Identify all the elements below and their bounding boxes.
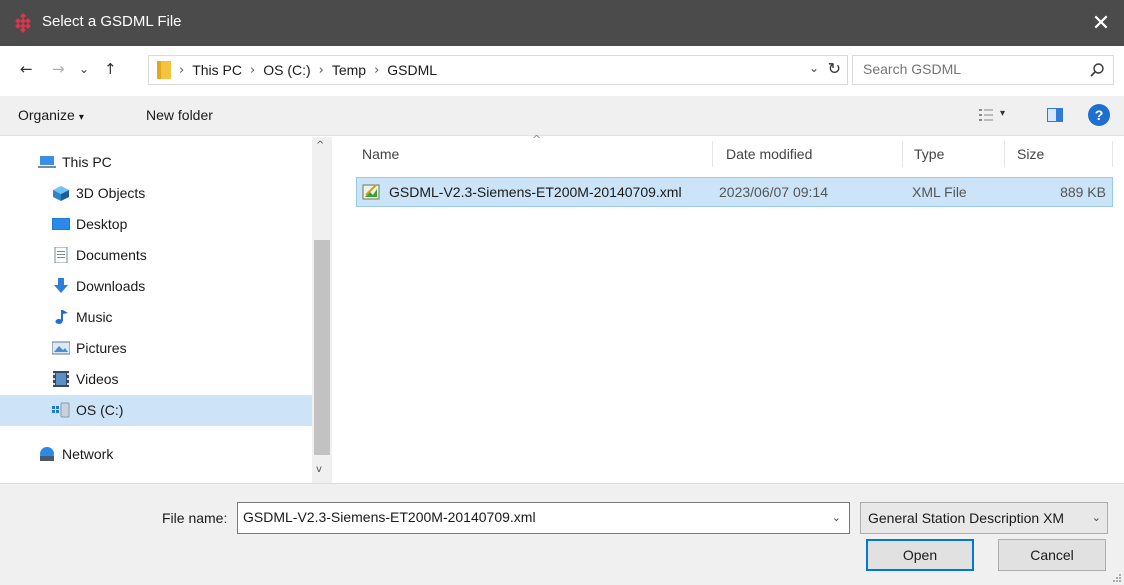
app-logo-icon [15, 13, 31, 33]
file-type-selected-value: General Station Description XM [868, 510, 1065, 526]
file-name-combobox[interactable]: ⌄ [237, 502, 850, 534]
sidebar-item-network[interactable]: Network [0, 439, 312, 470]
breadcrumb: › This PC › OS (C:) › Temp › GSDML [179, 62, 437, 78]
breadcrumb-separator: › [179, 62, 185, 78]
file-name-label: File name: [162, 510, 228, 526]
file-type: XML File [912, 184, 967, 200]
file-name-input[interactable] [243, 509, 823, 525]
scroll-down-arrow-icon[interactable]: v [316, 464, 322, 475]
address-bar[interactable]: › This PC › OS (C:) › Temp › GSDML ⌄ ↻ [148, 55, 848, 85]
network-icon [40, 447, 54, 461]
navigation-scrollbar[interactable]: ^ v [312, 137, 332, 483]
sidebar-item-label: Documents [76, 247, 147, 263]
column-header-size[interactable]: Size [1017, 137, 1044, 169]
scrollbar-thumb[interactable] [314, 240, 330, 455]
breadcrumb-separator: › [250, 62, 256, 78]
close-button[interactable]: ✕ [1078, 0, 1124, 46]
sidebar-item-videos[interactable]: Videos [0, 364, 312, 395]
sidebar-item-downloads[interactable]: Downloads [0, 271, 312, 302]
address-history-dropdown[interactable]: ⌄ [809, 61, 819, 75]
breadcrumb-temp[interactable]: Temp [332, 62, 366, 78]
file-type-select[interactable]: General Station Description XM ⌄ [860, 502, 1108, 534]
cancel-button[interactable]: Cancel [998, 539, 1106, 571]
chevron-down-icon[interactable]: ⌄ [832, 511, 841, 524]
file-row[interactable]: GSDML-V2.3-Siemens-ET200M-20140709.xml 2… [356, 177, 1113, 207]
sidebar-item-pictures[interactable]: Pictures [0, 333, 312, 364]
search-icon [1090, 63, 1104, 77]
sidebar-item-label: Music [76, 309, 113, 325]
title-bar: Select a GSDML File ✕ [0, 0, 1124, 46]
sidebar-item-3d-objects[interactable]: 3D Objects [0, 178, 312, 209]
sidebar-item-music[interactable]: Music [0, 302, 312, 333]
videos-icon [53, 371, 69, 387]
sidebar-item-label: Downloads [76, 278, 146, 294]
sort-ascending-icon: ^ [532, 133, 542, 146]
view-options-icon[interactable] [978, 107, 994, 123]
documents-icon [54, 247, 68, 263]
music-icon [55, 310, 68, 324]
sidebar-item-os-c[interactable]: OS (C:) [0, 395, 312, 426]
file-name: GSDML-V2.3-Siemens-ET200M-20140709.xml [389, 184, 682, 200]
organize-label: Organize [18, 107, 75, 123]
column-divider[interactable] [902, 141, 903, 167]
pictures-icon [52, 341, 70, 355]
search-input[interactable] [863, 61, 1073, 77]
sidebar-item-label: This PC [62, 154, 112, 170]
search-box[interactable] [852, 55, 1114, 85]
view-options-caret-icon[interactable]: ▾ [1000, 108, 1005, 119]
cube-icon [53, 186, 69, 201]
organize-button[interactable]: Organize ▾ [18, 107, 84, 123]
column-divider[interactable] [1004, 141, 1005, 167]
column-header-date-modified[interactable]: Date modified [726, 137, 812, 169]
sidebar-item-label: OS (C:) [76, 402, 124, 418]
resize-grip-icon[interactable] [1111, 572, 1121, 582]
sidebar-item-label: 3D Objects [76, 185, 146, 201]
file-size: 889 KB [1060, 184, 1106, 200]
sidebar-item-this-pc[interactable]: This PC [0, 147, 312, 178]
drive-icon [52, 402, 70, 418]
file-date-modified: 2023/06/07 09:14 [719, 184, 828, 200]
navigation-pane: This PC 3D Objects Desktop Documents Dow… [0, 137, 332, 483]
breadcrumb-os-c[interactable]: OS (C:) [263, 62, 310, 78]
breadcrumb-separator: › [374, 62, 380, 78]
breadcrumb-gsdml[interactable]: GSDML [387, 62, 437, 78]
breadcrumb-this-pc[interactable]: This PC [192, 62, 242, 78]
computer-icon [38, 156, 56, 168]
window-title: Select a GSDML File [42, 13, 182, 30]
organize-caret-icon: ▾ [78, 112, 84, 123]
dialog-footer: File name: ⌄ General Station Description… [0, 483, 1124, 585]
folder-icon [157, 61, 171, 79]
sidebar-item-label: Videos [76, 371, 119, 387]
sidebar-item-label: Network [62, 446, 114, 462]
xml-file-icon [362, 184, 380, 200]
open-button[interactable]: Open [866, 539, 974, 571]
command-toolbar: Organize ▾ New folder ▾ ? [0, 96, 1124, 136]
sidebar-item-desktop[interactable]: Desktop [0, 209, 312, 240]
sidebar-item-label: Desktop [76, 216, 128, 232]
file-list-pane: ^ Name Date modified Type Size GSDML-V2.… [332, 133, 1124, 483]
back-button[interactable]: ← [20, 60, 33, 78]
sidebar-item-documents[interactable]: Documents [0, 240, 312, 271]
chevron-down-icon: ⌄ [1091, 511, 1101, 524]
forward-button[interactable]: → [52, 60, 65, 78]
scroll-up-arrow-icon[interactable]: ^ [316, 140, 324, 151]
desktop-icon [52, 218, 70, 230]
column-header-type[interactable]: Type [914, 137, 944, 169]
column-header-name[interactable]: Name [362, 137, 399, 169]
breadcrumb-separator: › [318, 62, 324, 78]
new-folder-button[interactable]: New folder [146, 107, 213, 123]
downloads-icon [54, 278, 68, 293]
help-button[interactable]: ? [1088, 104, 1110, 126]
up-folder-button[interactable]: ↑ [104, 60, 117, 78]
column-divider[interactable] [712, 141, 713, 167]
refresh-button[interactable]: ↻ [828, 59, 841, 78]
address-row: ← → ⌄ ↑ › This PC › OS (C:) › Temp › GSD… [0, 46, 1124, 96]
sidebar-item-label: Pictures [76, 340, 127, 356]
column-divider[interactable] [1112, 141, 1113, 167]
recent-locations-button[interactable]: ⌄ [79, 62, 89, 76]
preview-pane-icon[interactable] [1047, 108, 1063, 122]
